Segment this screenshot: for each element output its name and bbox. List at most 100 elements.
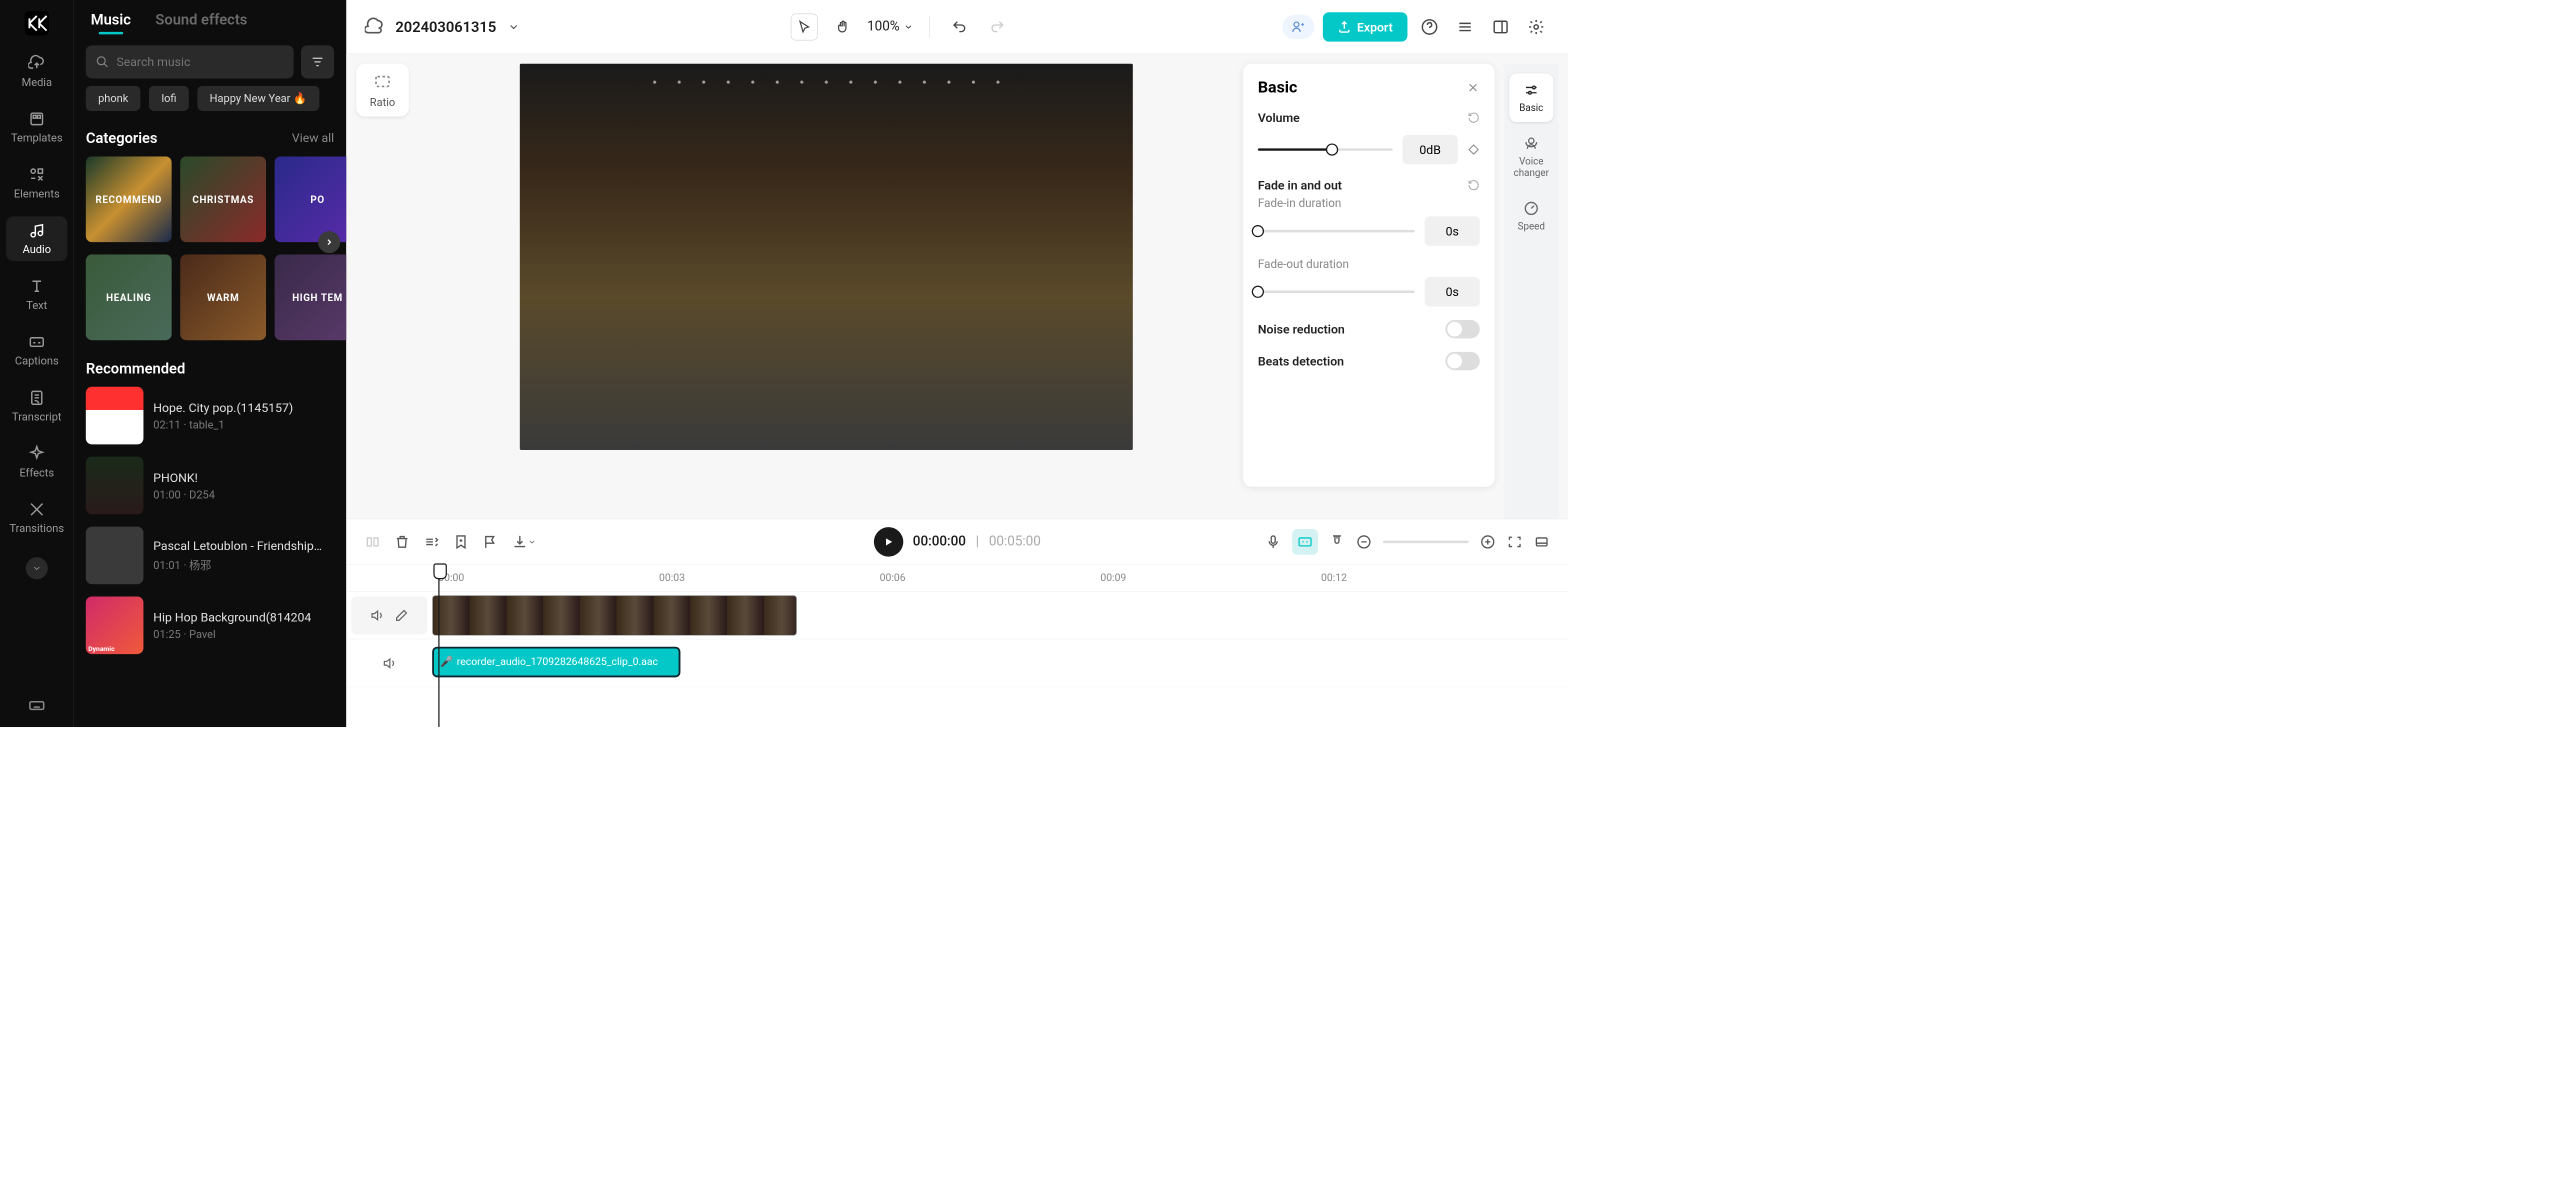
marker-add-button[interactable] (453, 534, 469, 550)
hand-tool-button[interactable] (829, 13, 856, 40)
cloud-sync-icon[interactable] (365, 17, 385, 37)
nav-elements[interactable]: Elements (0, 161, 74, 206)
help-button[interactable] (1416, 13, 1443, 40)
reset-fade-button[interactable] (1468, 179, 1480, 191)
tag-happy-new-year[interactable]: Happy New Year 🔥 (197, 86, 319, 111)
nav-transcript[interactable]: Transcript (0, 384, 74, 429)
track-title: Pascal Letoublon - Friendships... (153, 538, 325, 553)
close-panel-button[interactable] (1466, 81, 1479, 94)
chevron-down-icon[interactable] (507, 21, 519, 33)
fit-button[interactable] (1507, 534, 1523, 550)
nav-transitions[interactable]: Transitions (0, 495, 74, 540)
nav-collapse-button[interactable] (26, 557, 48, 579)
captions-icon (28, 333, 46, 351)
playhead[interactable] (438, 565, 439, 727)
auto-cut-button[interactable] (424, 534, 440, 550)
volume-slider[interactable] (1258, 148, 1393, 150)
nav-label: Elements (14, 188, 60, 201)
beats-detection-row: Beats detection (1258, 352, 1480, 370)
view-all-link[interactable]: View all (292, 131, 334, 146)
track-list: Hope. City pop.(1145157) 02:11 · table_1… (74, 387, 347, 654)
speaker-icon (382, 656, 397, 671)
search-icon (96, 55, 109, 68)
collaborators-button[interactable] (1282, 14, 1314, 39)
nav-label: Templates (11, 132, 63, 145)
nav-captions[interactable]: Captions (0, 328, 74, 373)
zoom-level[interactable]: 100% (867, 19, 913, 34)
timeline-zoom-slider[interactable] (1383, 540, 1469, 542)
project-name[interactable]: 202403061315 (395, 18, 496, 35)
redo-button[interactable] (984, 13, 1011, 40)
volume-value[interactable]: 0dB (1403, 135, 1458, 164)
nav-templates[interactable]: Templates (0, 105, 74, 150)
layers-button[interactable] (1452, 13, 1479, 40)
tab-sound-effects[interactable]: Sound effects (155, 11, 247, 28)
export-icon (1337, 20, 1350, 33)
magnetic-button[interactable] (1329, 534, 1345, 550)
fade-in-value[interactable]: 0s (1425, 216, 1480, 245)
categories-scroll-right[interactable] (318, 231, 340, 253)
flag-button[interactable] (482, 534, 498, 550)
category-christmas[interactable]: CHRISTMAS (180, 156, 266, 242)
category-recommend[interactable]: RECOMMEND (86, 156, 172, 242)
fade-in-label: Fade-in duration (1258, 196, 1480, 210)
track-item[interactable]: Hope. City pop.(1145157) 02:11 · table_1 (86, 387, 334, 445)
download-button[interactable] (512, 534, 537, 550)
video-track-header[interactable] (351, 596, 427, 634)
nav-audio[interactable]: Audio (6, 216, 67, 261)
mic-button[interactable] (1265, 534, 1281, 550)
category-healing[interactable]: HEALING (86, 254, 172, 340)
audio-clip[interactable]: 🎤 recorder_audio_1709282648625_clip_0.aa… (432, 647, 680, 678)
noise-reduction-toggle[interactable] (1445, 320, 1479, 338)
tag-phonk[interactable]: phonk (86, 86, 141, 111)
track-title: Hope. City pop.(1145157) (153, 400, 293, 415)
play-button[interactable] (874, 527, 903, 556)
track-item[interactable]: Hip Hop Background(814204 01:25 · Pavel (86, 596, 334, 654)
recommended-heading: Recommended (86, 360, 185, 377)
reset-volume-button[interactable] (1468, 112, 1480, 124)
fade-out-slider[interactable] (1258, 291, 1415, 293)
beats-detection-toggle[interactable] (1445, 352, 1479, 370)
undo-button[interactable] (946, 13, 973, 40)
tag-lofi[interactable]: lofi (149, 86, 189, 111)
keyframe-button[interactable] (1468, 143, 1480, 155)
export-button[interactable]: Export (1323, 12, 1408, 41)
fade-out-value[interactable]: 0s (1425, 277, 1480, 306)
keyboard-shortcuts-button[interactable] (28, 696, 46, 714)
split-button[interactable] (365, 534, 381, 550)
track-item[interactable]: PHONK! 01:00 · D254 (86, 457, 334, 515)
zoom-out-button[interactable] (1356, 534, 1372, 550)
ratio-button[interactable]: Ratio (356, 64, 409, 117)
track-item[interactable]: Pascal Letoublon - Friendships... 01:01 … (86, 527, 334, 585)
category-high-tempo[interactable]: HIGH TEM (275, 254, 347, 340)
pointer-tool-button[interactable] (791, 13, 818, 40)
zoom-in-button[interactable] (1480, 534, 1496, 550)
rtab-voice-changer[interactable]: Voice changer (1509, 127, 1553, 187)
settings-button[interactable] (1523, 13, 1550, 40)
video-clip[interactable] (432, 595, 797, 635)
edit-icon (394, 608, 409, 623)
nav-text[interactable]: Text (0, 272, 74, 317)
search-input[interactable] (116, 55, 283, 70)
tag-row: phonk lofi Happy New Year 🔥 (74, 86, 347, 122)
tab-music[interactable]: Music (91, 11, 131, 28)
category-po[interactable]: PO (275, 156, 347, 242)
delete-button[interactable] (394, 534, 410, 550)
sidebar-toggle-button[interactable] (1487, 13, 1514, 40)
ratio-icon (373, 71, 393, 91)
category-warm[interactable]: WARM (180, 254, 266, 340)
expand-button[interactable] (1534, 534, 1550, 550)
rtab-speed[interactable]: Speed (1509, 192, 1553, 240)
video-canvas[interactable] (419, 64, 1234, 519)
timeline-ruler[interactable]: 00:00 00:03 00:06 00:09 00:12 (346, 565, 1568, 592)
nav-effects[interactable]: Effects (0, 440, 74, 485)
rtab-basic[interactable]: Basic (1509, 74, 1553, 122)
nav-media[interactable]: Media (0, 49, 74, 94)
fade-in-slider[interactable] (1258, 230, 1415, 232)
search-music-box[interactable] (86, 45, 294, 78)
filter-button[interactable] (301, 45, 334, 78)
audio-track-header[interactable] (346, 656, 432, 671)
app-logo[interactable] (22, 9, 51, 38)
auto-captions-button[interactable] (1292, 529, 1318, 555)
nav-label: Captions (15, 355, 59, 368)
